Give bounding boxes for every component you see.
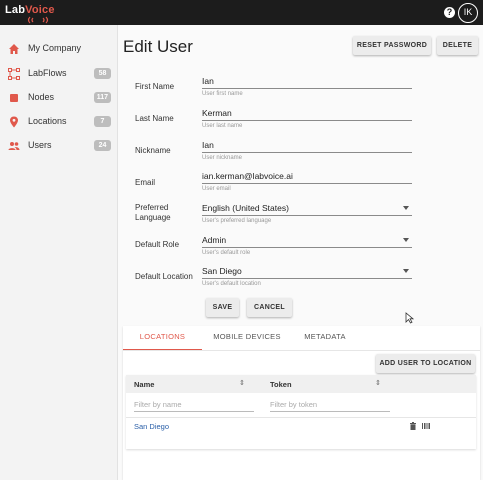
chevron-down-icon[interactable] <box>403 269 409 273</box>
language-value[interactable]: English (United States) <box>202 202 412 214</box>
sidebar-item-label: Users <box>28 140 52 150</box>
language-label-line1: Preferred <box>135 203 169 212</box>
cancel-button[interactable]: CANCEL <box>247 298 292 317</box>
labvoice-logo[interactable]: LabVoice <box>5 4 55 24</box>
email-field[interactable]: ian.kerman@labvoice.ai User email <box>202 170 412 192</box>
filter-token-input[interactable]: Filter by token <box>270 398 390 412</box>
role-value[interactable]: Admin <box>202 234 412 246</box>
node-square-icon <box>10 94 18 102</box>
field-underline <box>202 183 412 184</box>
user-avatar[interactable]: IK <box>458 3 478 23</box>
default-location-label: Default Location <box>135 272 193 281</box>
trash-icon[interactable] <box>409 422 417 430</box>
field-underline <box>202 120 412 121</box>
tab-mobile-devices[interactable]: MOBILE DEVICES <box>202 326 292 350</box>
first-name-field[interactable]: Ian User first name <box>202 75 412 97</box>
top-bar: LabVoice ? IK <box>0 0 483 25</box>
default-location-hint: User's default location <box>202 281 261 287</box>
logo-prefix: Lab <box>5 4 26 16</box>
people-icon <box>8 142 20 150</box>
last-name-value[interactable]: Kerman <box>202 107 412 119</box>
sidebar-item-label: Nodes <box>28 92 55 102</box>
role-label: Default Role <box>135 240 180 249</box>
count-badge: 24 <box>94 140 111 151</box>
delete-button[interactable]: DELETE <box>437 36 478 55</box>
nickname-label: Nickname <box>135 146 171 155</box>
last-name-field[interactable]: Kerman User last name <box>202 107 412 129</box>
sidebar: My Company LabFlows 58 Nodes 117 Locatio… <box>0 25 118 480</box>
page-title: Edit User <box>123 37 193 56</box>
sidebar-item-label: Locations <box>28 116 67 126</box>
tabs-divider <box>123 350 480 351</box>
last-name-hint: User last name <box>202 123 243 129</box>
language-select[interactable]: English (United States) User's preferred… <box>202 202 412 224</box>
sort-icon[interactable]: ⇕ <box>375 379 381 387</box>
sidebar-item-locations[interactable]: Locations 7 <box>0 112 118 132</box>
flow-icon <box>8 68 20 80</box>
sidebar-item-label: My Company <box>28 43 82 53</box>
add-user-to-location-button[interactable]: ADD USER TO LOCATION <box>376 354 475 373</box>
default-location-select[interactable]: San Diego User's default location <box>202 265 412 287</box>
location-name-cell[interactable]: San Diego <box>134 422 169 431</box>
chevron-down-icon[interactable] <box>403 238 409 242</box>
sound-waves-icon <box>27 16 49 24</box>
column-header-token[interactable]: Token <box>270 380 292 389</box>
email-label: Email <box>135 178 156 187</box>
sidebar-item-label: LabFlows <box>28 68 67 78</box>
language-label: Preferred Language <box>135 203 171 223</box>
last-name-label: Last Name <box>135 114 174 123</box>
sidebar-item-users[interactable]: Users 24 <box>0 136 118 156</box>
home-icon <box>9 44 19 54</box>
row-divider <box>126 417 476 418</box>
default-location-value[interactable]: San Diego <box>202 265 412 277</box>
language-hint: User's preferred language <box>202 218 272 224</box>
user-details-card: LOCATIONS MOBILE DEVICES METADATA ADD US… <box>123 326 480 480</box>
nickname-value[interactable]: Ian <box>202 139 412 151</box>
first-name-hint: User first name <box>202 91 243 97</box>
role-hint: User's default role <box>202 250 251 256</box>
sidebar-item-my-company[interactable]: My Company <box>0 39 118 59</box>
language-label-line2: Language <box>135 213 171 222</box>
mouse-cursor-icon <box>405 312 414 324</box>
locations-table: Name ⇕ Token ⇕ Filter by name Filter by … <box>126 375 476 449</box>
help-icon[interactable]: ? <box>444 7 455 18</box>
field-underline <box>202 152 412 153</box>
count-badge: 7 <box>94 116 111 127</box>
field-underline <box>202 88 412 89</box>
field-underline <box>202 215 412 216</box>
sidebar-item-labflows[interactable]: LabFlows 58 <box>0 64 118 84</box>
logo-suffix: Voice <box>25 4 55 16</box>
nickname-field[interactable]: Ian User nickname <box>202 139 412 161</box>
main-content: Edit User RESET PASSWORD DELETE First Na… <box>119 25 483 480</box>
filter-name-input[interactable]: Filter by name <box>134 398 254 412</box>
sort-icon[interactable]: ⇕ <box>239 379 245 387</box>
save-button[interactable]: SAVE <box>206 298 239 317</box>
tab-metadata[interactable]: METADATA <box>292 326 358 350</box>
count-badge: 58 <box>94 68 111 79</box>
field-underline <box>202 278 412 279</box>
count-badge: 117 <box>93 92 111 103</box>
first-name-value[interactable]: Ian <box>202 75 412 87</box>
tab-locations[interactable]: LOCATIONS <box>123 326 202 350</box>
role-select[interactable]: Admin User's default role <box>202 234 412 256</box>
table-header <box>126 375 476 393</box>
field-underline <box>202 247 412 248</box>
first-name-label: First Name <box>135 82 175 91</box>
chevron-down-icon[interactable] <box>403 206 409 210</box>
email-value[interactable]: ian.kerman@labvoice.ai <box>202 170 412 182</box>
barcode-icon[interactable] <box>422 422 430 430</box>
column-header-name[interactable]: Name <box>134 380 154 389</box>
reset-password-button[interactable]: RESET PASSWORD <box>353 36 431 55</box>
location-pin-icon <box>10 116 18 128</box>
nickname-hint: User nickname <box>202 155 243 161</box>
sidebar-item-nodes[interactable]: Nodes 117 <box>0 88 118 108</box>
email-hint: User email <box>202 186 231 192</box>
